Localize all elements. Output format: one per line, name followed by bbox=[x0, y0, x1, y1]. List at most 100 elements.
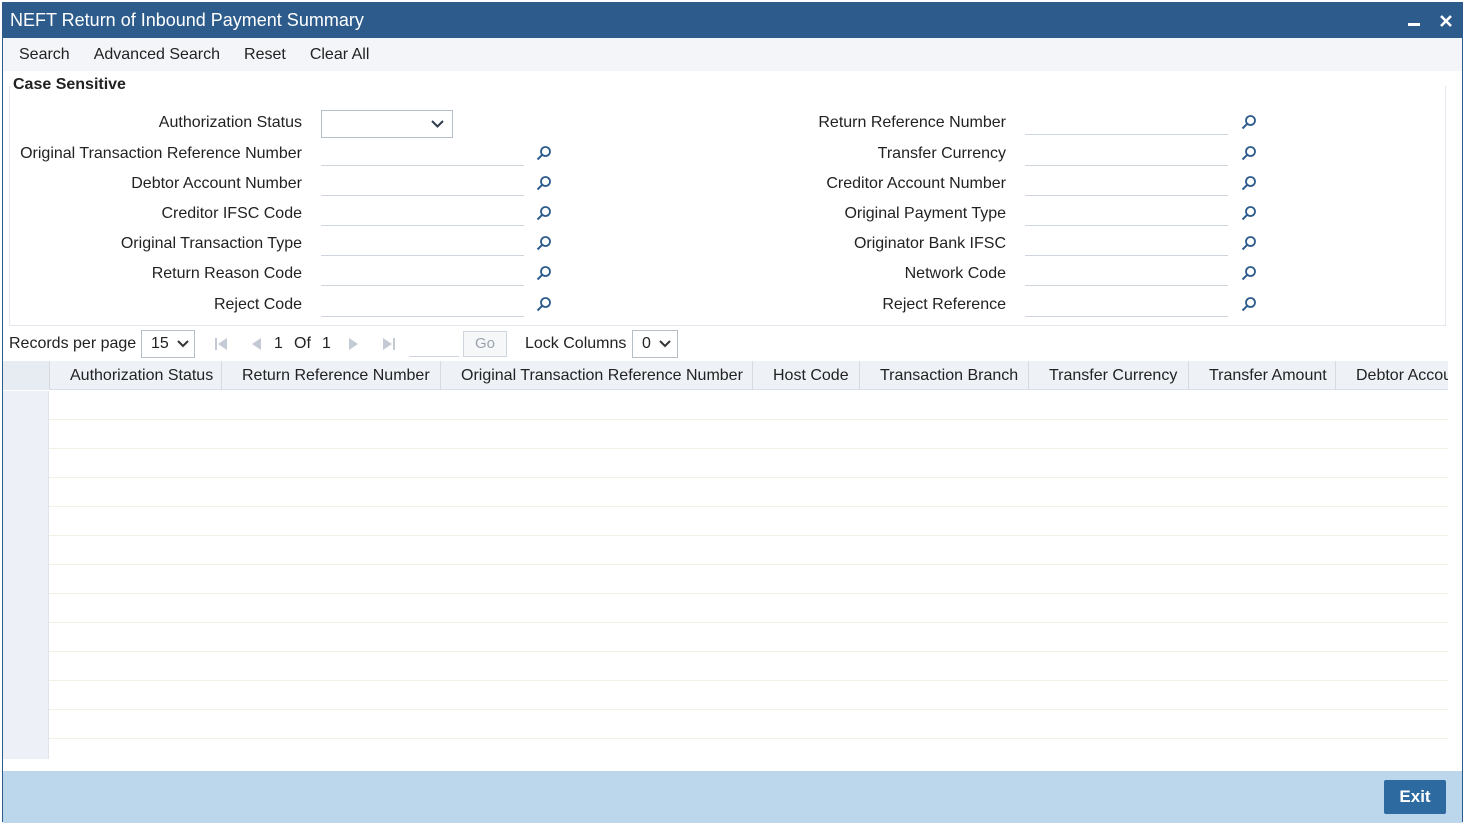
row-selector[interactable] bbox=[3, 391, 49, 420]
left-field-input[interactable] bbox=[321, 230, 524, 256]
left-field-label: Debtor Account Number bbox=[131, 175, 302, 192]
lookup-search-icon[interactable] bbox=[1241, 145, 1257, 161]
table-row[interactable] bbox=[3, 507, 1448, 536]
last-page-icon[interactable] bbox=[382, 337, 396, 351]
lookup-search-icon[interactable] bbox=[536, 235, 552, 251]
current-page: 1 bbox=[274, 335, 283, 352]
table-row[interactable] bbox=[3, 623, 1448, 652]
table-row[interactable] bbox=[3, 449, 1448, 478]
left-field-input[interactable] bbox=[321, 200, 524, 226]
close-icon[interactable] bbox=[1438, 13, 1454, 29]
authorization-status-select[interactable] bbox=[321, 110, 453, 138]
select-all-header[interactable] bbox=[3, 361, 49, 390]
summary-window: NEFT Return of Inbound Payment Summary S… bbox=[2, 2, 1463, 823]
lookup-search-icon[interactable] bbox=[1241, 235, 1257, 251]
table-row[interactable] bbox=[3, 565, 1448, 594]
right-field-label: Creditor Account Number bbox=[826, 175, 1006, 192]
right-field-input[interactable] bbox=[1025, 109, 1228, 135]
left-field-label: Creditor IFSC Code bbox=[161, 205, 303, 222]
row-selector[interactable] bbox=[3, 623, 49, 652]
column-header[interactable]: Authorization Status bbox=[49, 361, 221, 390]
row-selector[interactable] bbox=[3, 652, 49, 681]
table-row[interactable] bbox=[3, 710, 1448, 739]
lock-columns-value: 0 bbox=[642, 335, 651, 352]
lookup-search-icon[interactable] bbox=[536, 145, 552, 161]
table-row[interactable] bbox=[3, 391, 1448, 420]
title-bar: NEFT Return of Inbound Payment Summary bbox=[3, 3, 1462, 38]
row-selector[interactable] bbox=[3, 449, 49, 478]
row-selector[interactable] bbox=[3, 507, 49, 536]
table-row[interactable] bbox=[3, 478, 1448, 507]
left-field-input[interactable] bbox=[321, 260, 524, 286]
table-row[interactable] bbox=[3, 652, 1448, 681]
left-field-label: Return Reason Code bbox=[151, 265, 302, 282]
of-label: Of bbox=[294, 335, 311, 352]
row-selector[interactable] bbox=[3, 565, 49, 594]
column-header[interactable]: Transaction Branch bbox=[859, 361, 1028, 390]
goto-page-input[interactable] bbox=[409, 331, 459, 357]
right-field-input[interactable] bbox=[1025, 200, 1228, 226]
next-page-icon[interactable] bbox=[347, 337, 361, 351]
results-grid: Authorization Status Return Reference Num… bbox=[3, 361, 1448, 759]
right-field-label: Network Code bbox=[904, 265, 1006, 282]
right-field-input[interactable] bbox=[1025, 291, 1228, 317]
lookup-search-icon[interactable] bbox=[1241, 265, 1257, 281]
column-header[interactable]: Debtor Accou bbox=[1335, 361, 1448, 390]
column-header[interactable]: Transfer Currency bbox=[1028, 361, 1188, 390]
left-field-input[interactable] bbox=[321, 170, 524, 196]
table-row[interactable] bbox=[3, 681, 1448, 710]
right-field-label: Transfer Currency bbox=[877, 145, 1006, 162]
left-field-input[interactable] bbox=[321, 140, 524, 166]
records-per-page-select[interactable]: 15 bbox=[141, 330, 195, 358]
left-field-label: Original Transaction Reference Number bbox=[20, 145, 302, 162]
table-row[interactable] bbox=[3, 536, 1448, 565]
total-pages: 1 bbox=[322, 335, 331, 352]
right-field-input[interactable] bbox=[1025, 140, 1228, 166]
right-field-input[interactable] bbox=[1025, 170, 1228, 196]
left-field-label: Reject Code bbox=[213, 296, 302, 313]
row-selector[interactable] bbox=[3, 536, 49, 565]
first-page-icon[interactable] bbox=[214, 337, 228, 351]
right-field-label: Originator Bank IFSC bbox=[853, 235, 1006, 252]
lookup-search-icon[interactable] bbox=[536, 205, 552, 221]
search-button[interactable]: Search bbox=[19, 46, 70, 64]
lookup-search-icon[interactable] bbox=[536, 265, 552, 281]
row-selector[interactable] bbox=[3, 420, 49, 449]
lookup-search-icon[interactable] bbox=[1241, 296, 1257, 312]
lookup-search-icon[interactable] bbox=[536, 175, 552, 191]
column-header[interactable]: Transfer Amount bbox=[1188, 361, 1335, 390]
left-field-label: Original Transaction Type bbox=[120, 235, 302, 252]
lookup-search-icon[interactable] bbox=[1241, 205, 1257, 221]
lookup-search-icon[interactable] bbox=[1241, 175, 1257, 191]
column-header[interactable]: Host Code bbox=[752, 361, 859, 390]
lookup-search-icon[interactable] bbox=[1241, 114, 1257, 130]
right-field-input[interactable] bbox=[1025, 260, 1228, 286]
right-field-input[interactable] bbox=[1025, 230, 1228, 256]
go-button[interactable]: Go bbox=[463, 331, 507, 357]
records-per-page-value: 15 bbox=[151, 335, 169, 352]
row-selector[interactable] bbox=[3, 478, 49, 507]
column-header[interactable]: Return Reference Number bbox=[221, 361, 440, 390]
lock-columns-select[interactable]: 0 bbox=[632, 330, 678, 358]
pager-bar: Records per page 15 1 Of 1 Go Lock Colum… bbox=[3, 326, 1462, 362]
clear-all-button[interactable]: Clear All bbox=[310, 46, 370, 64]
exit-button[interactable]: Exit bbox=[1384, 780, 1446, 814]
minimize-icon[interactable] bbox=[1406, 13, 1422, 29]
left-field-label: Authorization Status bbox=[158, 114, 302, 131]
row-selector[interactable] bbox=[3, 739, 49, 759]
left-field-input[interactable] bbox=[321, 291, 524, 317]
previous-page-icon[interactable] bbox=[249, 337, 263, 351]
lookup-search-icon[interactable] bbox=[536, 296, 552, 312]
row-selector[interactable] bbox=[3, 710, 49, 739]
table-row[interactable] bbox=[3, 594, 1448, 623]
reset-button[interactable]: Reset bbox=[244, 46, 286, 64]
advanced-search-button[interactable]: Advanced Search bbox=[94, 46, 220, 64]
column-header[interactable]: Original Transaction Reference Number bbox=[440, 361, 752, 390]
table-row[interactable] bbox=[3, 420, 1448, 449]
toolbar: Search Advanced Search Reset Clear All bbox=[3, 38, 1462, 71]
table-row[interactable] bbox=[3, 739, 1448, 759]
row-selector[interactable] bbox=[3, 594, 49, 623]
footer-bar: Exit bbox=[3, 771, 1462, 823]
window-title: NEFT Return of Inbound Payment Summary bbox=[10, 10, 364, 30]
row-selector[interactable] bbox=[3, 681, 49, 710]
